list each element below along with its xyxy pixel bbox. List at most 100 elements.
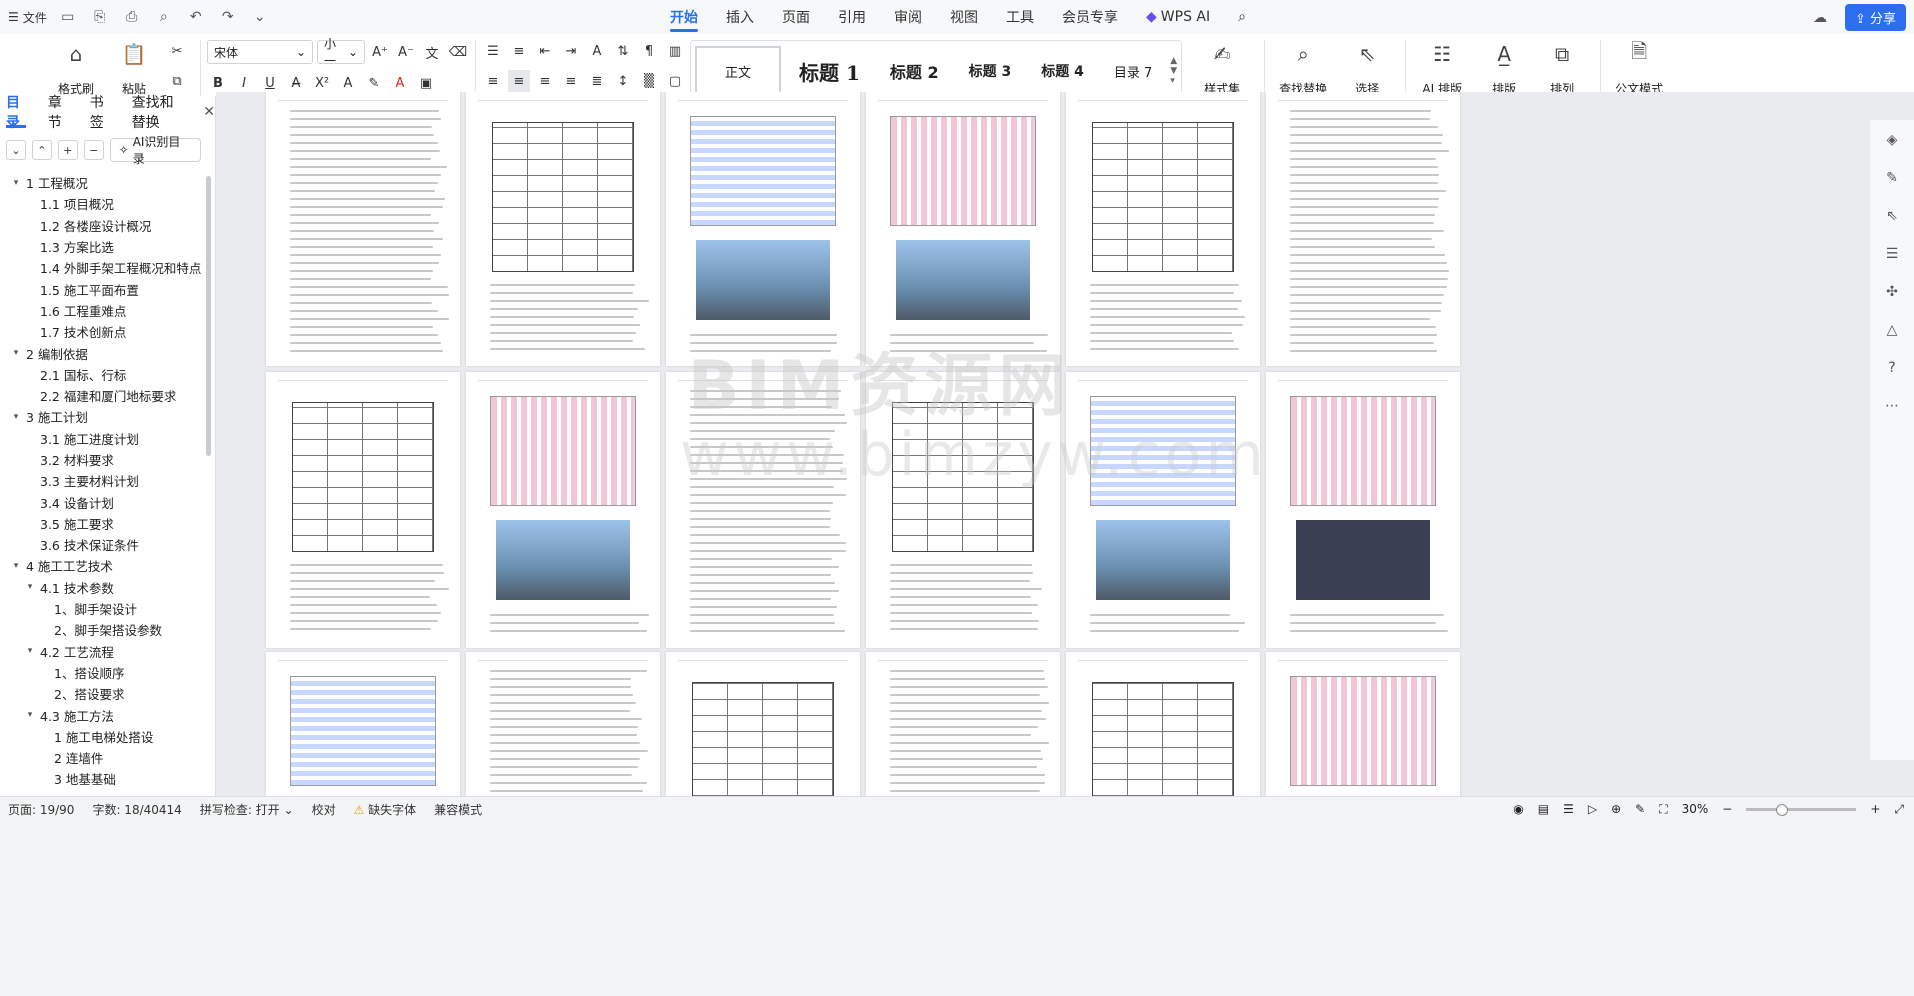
toc-item[interactable]: ▾ 4 施工工艺技术 [0, 555, 215, 576]
chevron-down-icon[interactable]: ▾ [24, 710, 36, 720]
tab-bookmarks[interactable]: 书签 [90, 95, 110, 131]
play-icon[interactable]: ▷ [1588, 802, 1597, 816]
zoom-level[interactable]: 30% [1682, 802, 1709, 816]
toc-item[interactable]: 3.4 设备计划 [0, 491, 215, 512]
search-icon[interactable]: ⌕ [1238, 0, 1246, 34]
toc-item[interactable]: 3.2 材料要求 [0, 449, 215, 470]
text-effect-icon[interactable]: A [337, 72, 359, 94]
toc-item[interactable]: 2 连墙件 [0, 747, 215, 768]
borders-icon[interactable]: ▢ [664, 70, 686, 92]
save-icon[interactable]: ▭ [57, 6, 79, 28]
minus-icon[interactable]: − [83, 140, 104, 160]
zoom-in-icon[interactable]: + [1870, 802, 1880, 816]
style-normal[interactable]: 正文 [695, 46, 781, 96]
columns-icon[interactable]: ▥ [664, 40, 686, 62]
ai-toc-button[interactable]: ✧ AI识别目录 [109, 135, 202, 166]
customize-chevron-icon[interactable]: ⌄ [249, 6, 271, 28]
chevron-down-icon[interactable]: ▾ [24, 582, 36, 592]
pen-icon[interactable]: ✎ [1882, 168, 1902, 188]
font-name-select[interactable]: 宋体 ⌄ [207, 40, 313, 64]
increase-indent-icon[interactable]: ⇥ [560, 40, 582, 62]
file-menu[interactable]: ☰ 文件 [8, 9, 47, 26]
style-set-button[interactable]: ✍ 样式集 [1192, 40, 1252, 97]
tab-view[interactable]: 视图 [950, 0, 978, 34]
toc-item[interactable]: 2.2 福建和厦门地标要求 [0, 385, 215, 406]
redo-icon[interactable]: ↷ [217, 6, 239, 28]
ai-assistant-icon[interactable]: ◈ [1882, 130, 1902, 150]
tab-insert[interactable]: 插入 [726, 0, 754, 34]
plus-icon[interactable]: + [57, 140, 78, 160]
toc-item[interactable]: 3.6 技术保证条件 [0, 534, 215, 555]
tab-page[interactable]: 页面 [782, 0, 810, 34]
missing-font[interactable]: ⚠ 缺失字体 [354, 801, 417, 818]
tab-tools[interactable]: 工具 [1006, 0, 1034, 34]
print-icon[interactable]: ⎙ [121, 6, 143, 28]
toc-item[interactable]: ▾ 3 施工计划 [0, 406, 215, 427]
toc-item[interactable]: 1、搭设顺序 [0, 662, 215, 683]
toc-item[interactable]: 2.1 国标、行标 [0, 364, 215, 385]
superscript-icon[interactable]: X² [311, 72, 333, 94]
share-button[interactable]: ⇪ 分享 [1844, 4, 1906, 31]
toc-item[interactable]: 1、脚手架设计 [0, 598, 215, 619]
toc-item[interactable]: 1 施工电梯处搭设 [0, 726, 215, 747]
cut-icon[interactable]: ✂ [166, 40, 188, 62]
toc-item[interactable]: ▾ 4.2 工艺流程 [0, 641, 215, 662]
toc-item[interactable]: ▾ 1 工程概况 [0, 172, 215, 193]
toc-item[interactable]: 1.7 技术创新点 [0, 321, 215, 342]
chevron-down-icon[interactable]: ▾ [10, 412, 22, 422]
paste-button[interactable]: 📋 粘贴 [108, 40, 160, 97]
spell-check[interactable]: 拼写检查: 打开 ⌄ [200, 801, 294, 818]
page-view-icon[interactable]: ▤ [1538, 802, 1549, 816]
tools-icon[interactable]: ✣ [1882, 282, 1902, 302]
toc-item[interactable]: 1.1 项目概况 [0, 193, 215, 214]
underline-icon[interactable]: U [259, 72, 281, 94]
bullets-icon[interactable]: ☰ [482, 40, 504, 62]
style-heading-4[interactable]: 标题 4 [1029, 46, 1096, 96]
chevron-up-icon[interactable]: ⌃ [31, 140, 52, 160]
toc-item[interactable]: 2、脚手架搭设参数 [0, 619, 215, 640]
highlight-icon[interactable]: ✎ [363, 72, 385, 94]
pointer-icon[interactable]: ⇖ [1882, 206, 1902, 226]
style-heading-3[interactable]: 标题 3 [957, 46, 1024, 96]
toc-item[interactable]: 3.3 主要材料计划 [0, 470, 215, 491]
select-button[interactable]: ⇖ 选择 [1341, 40, 1393, 97]
tab-find-replace[interactable]: 查找和替换 [132, 95, 182, 131]
proofread[interactable]: 校对 [312, 801, 336, 818]
print-preview-icon[interactable]: ⌕ [153, 6, 175, 28]
toc-item[interactable]: 3.1 施工进度计划 [0, 428, 215, 449]
chevron-down-icon[interactable]: ▾ [24, 646, 36, 656]
tab-reference[interactable]: 引用 [838, 0, 866, 34]
strikethrough-icon[interactable]: A̶ [285, 72, 307, 94]
page-count[interactable]: 页面: 19/90 [8, 801, 74, 818]
bold-icon[interactable]: B [207, 72, 229, 94]
clear-format-icon[interactable]: ⌫ [447, 41, 469, 63]
copy-icon[interactable]: ⧉ [166, 70, 188, 92]
tab-home[interactable]: 开始 [670, 0, 698, 34]
edit-icon[interactable]: ✎ [1635, 802, 1645, 816]
italic-icon[interactable]: I [233, 72, 255, 94]
tab-toc[interactable]: 目录 [6, 95, 26, 131]
chevron-down-icon[interactable]: ▾ [10, 348, 22, 358]
distribute-icon[interactable]: ≣ [586, 70, 608, 92]
toc-item[interactable]: 1.2 各楼座设计概况 [0, 215, 215, 236]
font-color-icon[interactable]: A [389, 72, 411, 94]
fit-icon[interactable]: ⛶ [1659, 802, 1667, 817]
chinese-layout-icon[interactable]: A [586, 40, 608, 62]
char-shading-icon[interactable]: ▣ [415, 72, 437, 94]
document-canvas[interactable] [216, 92, 1520, 796]
toc-item[interactable]: 3.5 施工要求 [0, 513, 215, 534]
toc-item[interactable]: ▾ 4.1 技术参数 [0, 577, 215, 598]
tab-member[interactable]: 会员专享 [1062, 0, 1118, 34]
toc-item[interactable]: 2、搭设要求 [0, 683, 215, 704]
show-marks-icon[interactable]: ¶ [638, 40, 660, 62]
style-heading-1[interactable]: 标题 1 [787, 46, 872, 96]
undo-icon[interactable]: ↶ [185, 6, 207, 28]
numbering-icon[interactable]: ≡ [508, 40, 530, 62]
eye-icon[interactable]: ◉ [1513, 802, 1523, 816]
align-right-icon[interactable]: ≡ [534, 70, 556, 92]
toc-item[interactable]: 1.5 施工平面布置 [0, 278, 215, 299]
help-icon[interactable]: ? [1882, 358, 1902, 378]
chevron-down-icon[interactable]: ▾ [10, 561, 22, 571]
tab-wps-ai[interactable]: ◆ WPS AI [1146, 0, 1210, 34]
tab-chapters[interactable]: 章节 [48, 95, 68, 131]
